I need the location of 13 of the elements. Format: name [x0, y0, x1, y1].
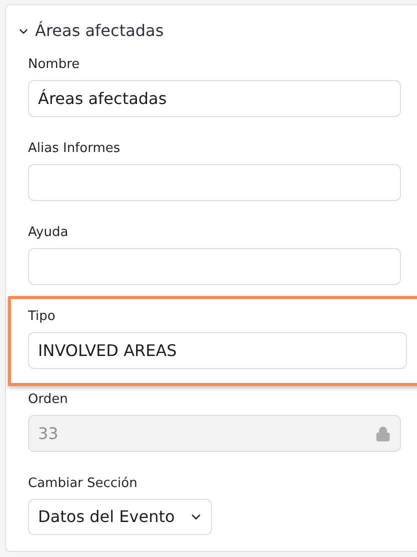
text-field[interactable]: [28, 164, 401, 201]
field-label: Tipo: [28, 309, 56, 325]
section-dropdown[interactable]: Datos del Evento: [28, 499, 212, 535]
section-header[interactable]: Áreas afectadas: [6, 19, 164, 43]
text-field[interactable]: [28, 248, 401, 285]
field-label: Ayuda: [28, 225, 70, 241]
text-field[interactable]: Áreas afectadas: [28, 80, 401, 117]
field-label: Alias Informes: [28, 141, 122, 157]
field-label: Nombre: [28, 57, 81, 73]
lock-icon: [375, 426, 391, 442]
field-label: Orden: [28, 392, 69, 408]
text-field[interactable]: INVOLVED AREAS: [28, 332, 407, 369]
field-label: Cambiar Sección: [28, 476, 138, 492]
